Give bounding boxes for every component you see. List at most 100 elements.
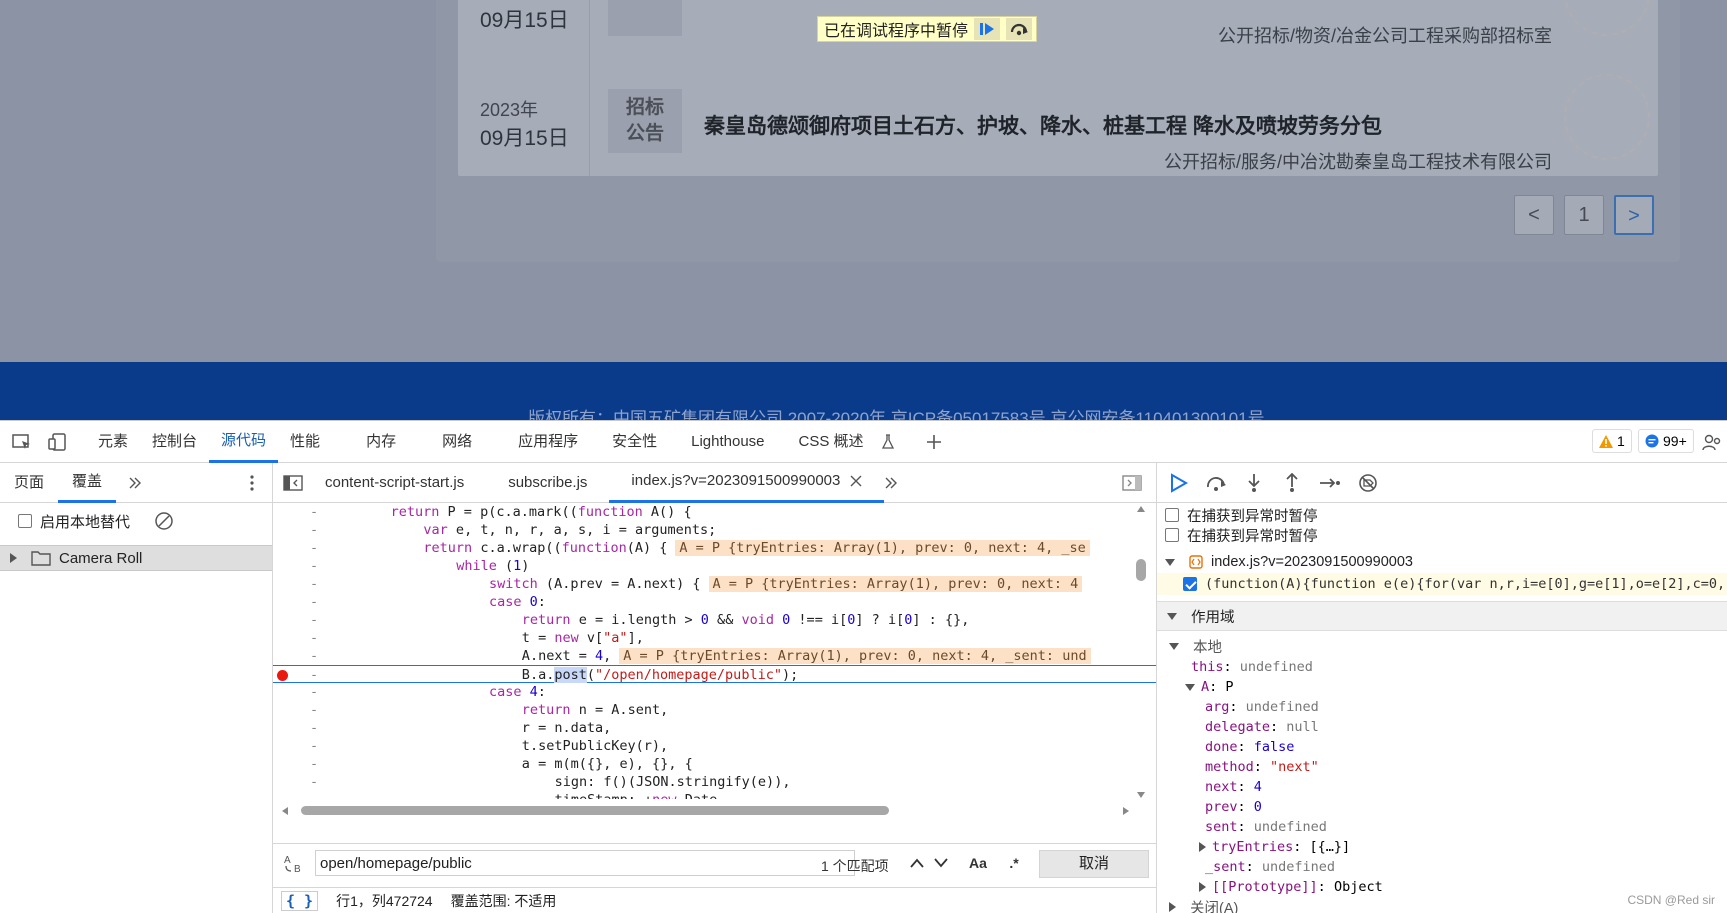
local-scope-header[interactable]: 本地	[1157, 635, 1727, 657]
tree-item-camera-roll[interactable]: Camera Roll	[0, 545, 272, 571]
scope-variable[interactable]: tryEntries: [{…}]	[1157, 837, 1727, 857]
replace-toggle-icon[interactable]: AB	[283, 852, 305, 874]
scope-variable[interactable]: delegate: null	[1157, 717, 1727, 737]
next-match-icon[interactable]	[929, 850, 953, 876]
scope-variable[interactable]: _sent: undefined	[1157, 857, 1727, 877]
match-case-toggle[interactable]: Aa	[963, 850, 993, 876]
notice-title[interactable]: 秦皇岛德颂御府项目土石方、护坡、降水、桩基工程 降水及喷坡劳务分包	[704, 110, 1382, 140]
collapse-triangle-icon[interactable]	[1169, 642, 1179, 650]
code-line[interactable]: - t = new v["a"],	[273, 629, 1156, 647]
expand-triangle-icon[interactable]	[1199, 882, 1206, 892]
scope-variable[interactable]: prev: 0	[1157, 797, 1727, 817]
settings-people-icon[interactable]	[1694, 424, 1727, 460]
tab-lighthouse[interactable]: Lighthouse	[679, 421, 776, 463]
regex-toggle[interactable]: .*	[999, 850, 1029, 876]
more-tabs-chevron-icon[interactable]	[128, 476, 142, 490]
inspect-element-icon[interactable]	[4, 424, 40, 460]
scroll-up-icon[interactable]	[1136, 505, 1146, 513]
scope-variable[interactable]: done: false	[1157, 737, 1727, 757]
deactivate-breakpoints-icon[interactable]	[1351, 466, 1385, 500]
tab-security[interactable]: 安全性	[600, 421, 669, 463]
line-gutter[interactable]: -	[310, 737, 318, 755]
line-gutter[interactable]: -	[310, 773, 318, 791]
device-toolbar-icon[interactable]	[40, 424, 76, 460]
expand-triangle-icon[interactable]	[10, 553, 17, 563]
step-into-icon[interactable]	[1237, 466, 1271, 500]
code-line[interactable]: - while (1)	[273, 557, 1156, 575]
file-tab-index[interactable]: index.js?v=2023091500990003	[609, 463, 885, 503]
code-line[interactable]: - t.setPublicKey(r),	[273, 737, 1156, 755]
code-line[interactable]: - a = m(m({}, e), {}, {	[273, 755, 1156, 773]
file-tab-content-script[interactable]: content-script-start.js	[303, 463, 486, 503]
pause-on-exception-checkbox[interactable]	[1165, 508, 1179, 522]
code-line[interactable]: - return c.a.wrap((function(A) {A = P {tr…	[273, 539, 1156, 557]
line-gutter[interactable]: -	[310, 629, 318, 647]
line-gutter[interactable]: -	[310, 755, 318, 773]
line-gutter[interactable]: -	[310, 719, 318, 737]
collapse-triangle-icon[interactable]	[1165, 558, 1175, 566]
scope-section-header[interactable]: 作用域	[1157, 601, 1727, 631]
vertical-scroll-thumb[interactable]	[1136, 559, 1146, 581]
toggle-navigator-icon[interactable]	[283, 474, 303, 491]
tab-sources[interactable]: 源代码	[209, 421, 279, 463]
line-gutter[interactable]: -	[310, 503, 318, 521]
step-out-icon[interactable]	[1275, 466, 1309, 500]
scroll-right-icon[interactable]	[1122, 806, 1130, 816]
scope-variable[interactable]: this: undefined	[1157, 657, 1727, 677]
horizontal-scroll-thumb[interactable]	[301, 806, 889, 815]
line-gutter[interactable]: -	[310, 575, 318, 593]
resume-icon[interactable]	[974, 18, 1001, 40]
code-line[interactable]: - case 4:	[273, 683, 1156, 701]
toggle-debugger-sidebar-icon[interactable]	[1122, 474, 1142, 491]
pause-on-exception-checkbox[interactable]	[1165, 528, 1179, 542]
collapse-triangle-icon[interactable]	[1185, 683, 1195, 691]
code-line[interactable]: - switch (A.prev = A.next) {A = P {tryEnt…	[273, 575, 1156, 593]
scroll-left-icon[interactable]	[281, 806, 289, 816]
pager-prev-button[interactable]: <	[1514, 195, 1554, 235]
code-line[interactable]: - case 0:	[273, 593, 1156, 611]
code-line[interactable]: - return P = p(c.a.mark((function A() {	[273, 503, 1156, 521]
scope-variable[interactable]: method: "next"	[1157, 757, 1727, 777]
vertical-scrollbar[interactable]	[1136, 505, 1146, 799]
step-over-icon[interactable]	[1199, 466, 1233, 500]
pause-on-caught-exceptions[interactable]: 在捕获到异常时暂停	[1157, 505, 1727, 525]
file-tab-subscribe[interactable]: subscribe.js	[486, 463, 609, 503]
tab-application[interactable]: 应用程序	[506, 421, 590, 463]
code-line[interactable]: - return n = A.sent,	[273, 701, 1156, 719]
collapse-triangle-icon[interactable]	[1167, 612, 1177, 620]
breakpoint-file-group[interactable]: index.js?v=2023091500990003	[1157, 551, 1727, 573]
breakpoint-marker-icon[interactable]	[277, 670, 288, 681]
code-area[interactable]: - return P = p(c.a.mark((function A() {- v…	[273, 503, 1156, 799]
scroll-down-icon[interactable]	[1136, 791, 1146, 799]
messages-badge[interactable]: 99+	[1638, 429, 1694, 453]
scope-variable[interactable]: sent: undefined	[1157, 817, 1727, 837]
tab-overrides[interactable]: 覆盖	[58, 463, 117, 503]
previous-match-icon[interactable]	[905, 850, 929, 876]
code-line[interactable]: - sign: f()(JSON.stringify(e)),	[273, 773, 1156, 791]
warnings-badge[interactable]: 1	[1592, 429, 1632, 453]
pretty-print-icon[interactable]: { }	[281, 891, 319, 911]
line-gutter[interactable]: -	[310, 521, 318, 539]
line-gutter[interactable]: -	[310, 593, 318, 611]
tab-memory[interactable]: 内存	[354, 421, 408, 463]
horizontal-scrollbar[interactable]	[273, 799, 1156, 821]
cancel-search-button[interactable]: 取消	[1039, 850, 1149, 878]
scope-variable[interactable]: A: P	[1157, 677, 1727, 697]
close-tab-icon[interactable]	[850, 475, 862, 487]
code-line[interactable]: - A.next = 4, A = P {tryEntries: Array(1),…	[273, 647, 1156, 665]
code-line[interactable]: - var e, t, n, r, a, s, i = arguments;	[273, 521, 1156, 539]
expand-triangle-icon[interactable]	[1199, 842, 1206, 852]
code-line[interactable]: - timeStamp: +new Date	[273, 791, 1156, 799]
more-files-chevron-icon[interactable]	[884, 476, 898, 490]
scope-variable[interactable]: next: 4	[1157, 777, 1727, 797]
scope-variable[interactable]: arg: undefined	[1157, 697, 1727, 717]
tab-console[interactable]: 控制台	[140, 421, 209, 463]
tab-elements[interactable]: 元素	[86, 421, 140, 463]
pager-next-button[interactable]: >	[1614, 195, 1654, 235]
pause-on-caught-exceptions[interactable]: 在捕获到异常时暂停	[1157, 525, 1727, 545]
local-override-toggle[interactable]: 启用本地替代	[0, 503, 272, 539]
pager-page-button[interactable]: 1	[1564, 195, 1604, 235]
tab-performance[interactable]: 性能	[278, 421, 332, 463]
step-over-icon[interactable]	[1006, 18, 1033, 40]
line-gutter[interactable]: -	[310, 611, 318, 629]
